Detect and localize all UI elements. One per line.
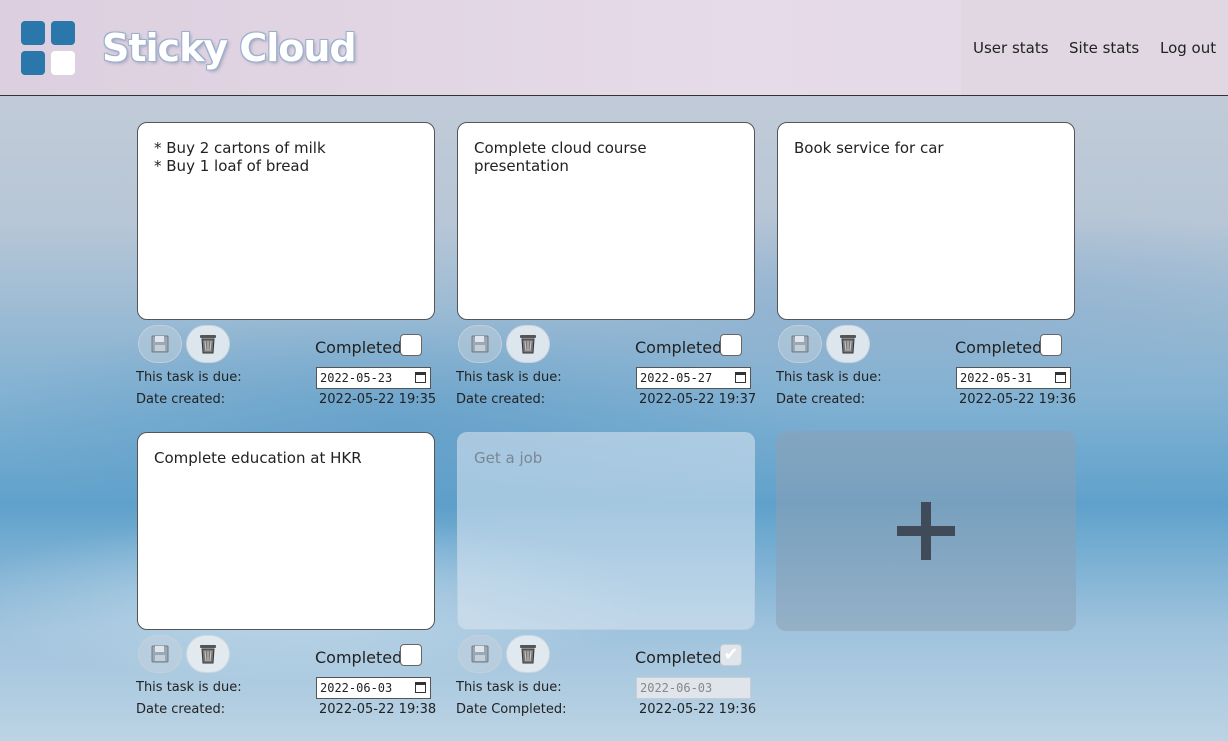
completed-label: Completed — [315, 338, 403, 357]
delete-button[interactable] — [826, 325, 870, 363]
trash-icon — [840, 335, 856, 354]
save-button[interactable] — [458, 635, 502, 673]
created-label: Date created: — [776, 392, 866, 407]
due-label: This task is due: — [776, 370, 882, 385]
floppy-disk-icon — [471, 645, 489, 663]
due-label: This task is due: — [456, 680, 562, 695]
created-date: 2022-05-22 19:38 — [319, 702, 437, 717]
trash-icon — [200, 335, 216, 354]
created-label: Date created: — [456, 392, 546, 407]
completed-label: Completed — [955, 338, 1043, 357]
due-date-value: 2022-06-03 — [640, 681, 713, 695]
completed-date: 2022-05-22 19:36 — [639, 702, 757, 717]
save-button[interactable] — [458, 325, 502, 363]
floppy-disk-icon — [791, 335, 809, 353]
header: Sticky Cloud User stats Site stats Log o… — [0, 0, 1228, 96]
trash-icon — [520, 645, 536, 664]
floppy-disk-icon — [151, 645, 169, 663]
due-date-input[interactable]: 2022-05-23 — [316, 367, 431, 389]
trash-icon — [200, 645, 216, 664]
floppy-disk-icon — [471, 335, 489, 353]
calendar-icon[interactable] — [415, 372, 426, 383]
note-text: Get a job — [457, 432, 755, 630]
note-text[interactable]: Complete cloud course presentation — [457, 122, 755, 320]
created-label: Date created: — [136, 702, 226, 717]
delete-button[interactable] — [186, 325, 230, 363]
created-date: 2022-05-22 19:35 — [319, 392, 437, 407]
nav-user-stats[interactable]: User stats — [973, 39, 1049, 57]
delete-button[interactable] — [506, 325, 550, 363]
note-controls: Completed This task is due: 2022-05-27 D… — [456, 325, 756, 415]
completed-date-label: Date Completed: — [456, 702, 567, 717]
due-date-value: 2022-06-03 — [320, 681, 393, 695]
note-controls: Completed ✔ This task is due: 2022-06-03… — [456, 635, 756, 725]
checkmark-icon: ✔ — [723, 644, 739, 665]
note-controls: Completed This task is due: 2022-05-31 D… — [776, 325, 1076, 415]
created-label: Date created: — [136, 392, 226, 407]
completed-label: Completed — [315, 648, 403, 667]
top-nav: User stats Site stats Log out — [961, 0, 1228, 95]
due-date-value: 2022-05-27 — [640, 371, 713, 385]
due-date-input[interactable]: 2022-05-31 — [956, 367, 1071, 389]
created-date: 2022-05-22 19:37 — [639, 392, 757, 407]
delete-button[interactable] — [186, 635, 230, 673]
due-date-input[interactable]: 2022-06-03 — [316, 677, 431, 699]
due-date-value: 2022-05-31 — [960, 371, 1033, 385]
app-title: Sticky Cloud — [102, 26, 357, 70]
due-label: This task is due: — [136, 370, 242, 385]
note-text[interactable]: Complete education at HKR — [137, 432, 435, 630]
trash-icon — [520, 335, 536, 354]
note-controls: Completed This task is due: 2022-06-03 D… — [136, 635, 436, 725]
completed-checkbox[interactable] — [400, 334, 422, 356]
completed-checkbox[interactable] — [1040, 334, 1062, 356]
floppy-disk-icon — [151, 335, 169, 353]
due-label: This task is due: — [136, 680, 242, 695]
completed-checkbox[interactable] — [720, 334, 742, 356]
save-button[interactable] — [778, 325, 822, 363]
due-date-input: 2022-06-03 — [636, 677, 751, 699]
due-label: This task is due: — [456, 370, 562, 385]
calendar-icon[interactable] — [735, 372, 746, 383]
nav-site-stats[interactable]: Site stats — [1069, 39, 1139, 57]
note-text[interactable]: * Buy 2 cartons of milk * Buy 1 loaf of … — [137, 122, 435, 320]
calendar-icon[interactable] — [1055, 372, 1066, 383]
due-date-input[interactable]: 2022-05-27 — [636, 367, 751, 389]
completed-checkbox[interactable]: ✔ — [720, 644, 742, 666]
note-text[interactable]: Book service for car — [777, 122, 1075, 320]
add-note-button[interactable] — [776, 431, 1076, 631]
completed-checkbox[interactable] — [400, 644, 422, 666]
calendar-icon[interactable] — [415, 682, 426, 693]
created-date: 2022-05-22 19:36 — [959, 392, 1077, 407]
note-controls: Completed This task is due: 2022-05-23 D… — [136, 325, 436, 415]
save-button[interactable] — [138, 325, 182, 363]
completed-label: Completed — [635, 338, 723, 357]
due-date-value: 2022-05-23 — [320, 371, 393, 385]
nav-log-out[interactable]: Log out — [1160, 39, 1216, 57]
logo-icon — [21, 21, 75, 75]
delete-button[interactable] — [506, 635, 550, 673]
completed-label: Completed — [635, 648, 723, 667]
save-button[interactable] — [138, 635, 182, 673]
